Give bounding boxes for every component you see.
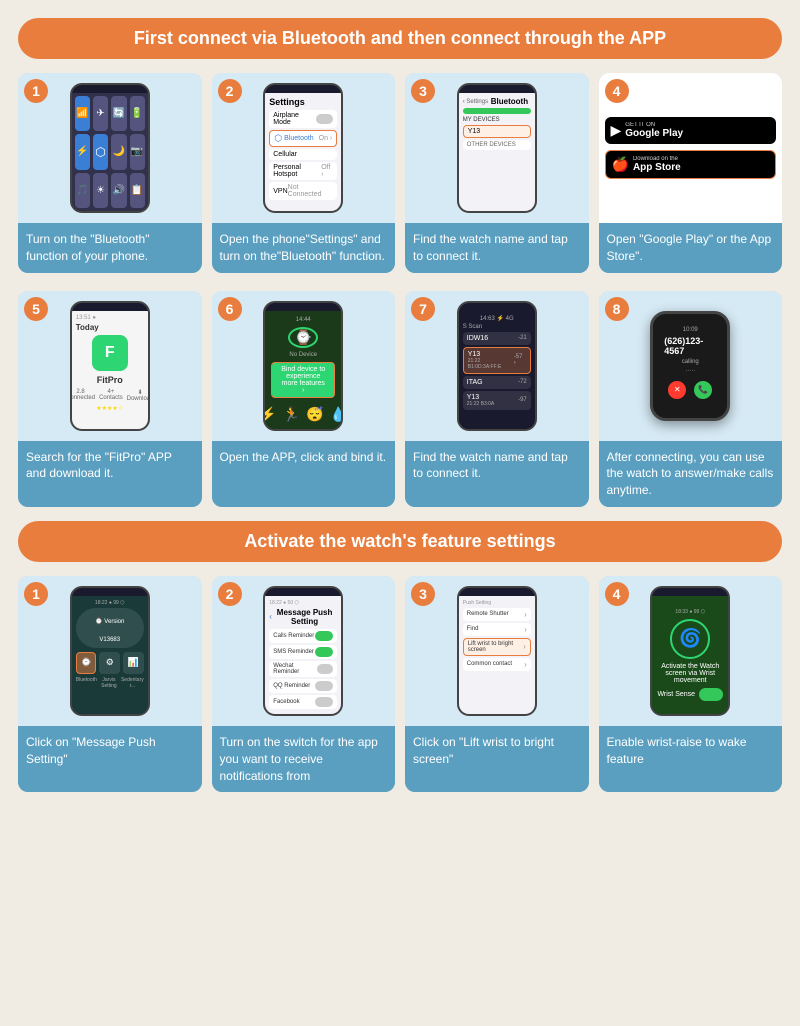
step-7-image: 7 14:63 ⚡ 4G S Scan IDW16 -21 Y13 [405, 291, 589, 441]
steps-row-1: 1 📶 ✈ 🔄 🔋 ⚡ ⬡ 🌙 📷 🎵 ☀ [18, 73, 782, 273]
step-4-desc: Open "Google Play" or the App Store". [599, 223, 783, 273]
google-play-icon: ▶ [611, 122, 622, 139]
step-2-image: 2 Settings Airplane Mode ⬡ Bluetooth On … [212, 73, 396, 223]
step-4-image: 4 ▶ GET IT ON Google Play 🍎 Download on … [599, 73, 783, 223]
bottom-step-2-desc: Turn on the switch for the app you want … [212, 726, 396, 792]
bottom-step-2-phone: 18:22 ● 50 ⬡ ‹ Message Push Setting Call… [263, 586, 343, 716]
brightness-icon: ☀ [93, 173, 108, 208]
step-card-7: 7 14:63 ⚡ 4G S Scan IDW16 -21 Y13 [405, 291, 589, 507]
step-3-badge: 3 [411, 79, 435, 103]
google-play-button: ▶ GET IT ON Google Play [605, 117, 777, 144]
music-icon: 🎵 [75, 173, 90, 208]
watch-icon: ⌚ [288, 327, 318, 348]
step-6-phone: 14:44 ⌚ No Device Bind device to experie… [263, 301, 343, 431]
wrist-label: Activate the Watch screen via Wrist move… [656, 663, 724, 684]
watch-mockup: 10:09 (626)123-4567 calling ····· ✕ 📞 [650, 311, 730, 421]
steps-row-2: 5 13:51 ● Today F FitPro 2.8Connected 4+… [18, 291, 782, 507]
bluetooth-active-icon: ⬡ [93, 134, 108, 169]
section1-banner: First connect via Bluetooth and then con… [18, 18, 782, 59]
bottom-step-4-badge: 4 [605, 582, 629, 606]
bottom-step-1-desc: Click on "Message Push Setting" [18, 726, 202, 792]
bottom-step-3-desc: Click on "Lift wrist to bright screen" [405, 726, 589, 792]
wrist-sense-label: Wrist Sense [657, 691, 695, 698]
bottom-step-1-phone: 18:22 ● 99 ⬡ ⌚ Version V13683 ⌚ ⚙ 📊 Blue… [70, 586, 150, 716]
step-2-phone: Settings Airplane Mode ⬡ Bluetooth On › … [263, 83, 343, 213]
step-1-phone: 📶 ✈ 🔄 🔋 ⚡ ⬡ 🌙 📷 🎵 ☀ 🔊 📋 [70, 83, 150, 213]
google-play-label: Google Play [625, 128, 683, 139]
fitpro-name: FitPro [76, 375, 144, 385]
wifi-icon: 📶 [75, 96, 90, 131]
step-8-badge: 8 [605, 297, 629, 321]
decline-button: ✕ [668, 381, 686, 399]
step-4-badge: 4 [605, 79, 629, 103]
section2-banner: Activate the watch's feature settings [18, 521, 782, 562]
bottom-step-card-3: 3 Push Setting Remote Shutter› Find› Lif… [405, 576, 589, 792]
step-8-image: 8 10:09 (626)123-4567 calling ····· ✕ 📞 [599, 291, 783, 441]
bottom-step-1-image: 1 18:22 ● 99 ⬡ ⌚ Version V13683 ⌚ ⚙ 📊 [18, 576, 202, 726]
bottom-step-3-image: 3 Push Setting Remote Shutter› Find› Lif… [405, 576, 589, 726]
camera-icon: 📷 [130, 134, 145, 169]
bottom-step-1-badge: 1 [24, 582, 48, 606]
step-7-phone: 14:63 ⚡ 4G S Scan IDW16 -21 Y13 21:22 B1… [457, 301, 537, 431]
step-card-4: 4 ▶ GET IT ON Google Play 🍎 Download on … [599, 73, 783, 273]
battery-icon: 🔋 [130, 96, 145, 131]
step-5-desc: Search for the "FitPro" APP and download… [18, 441, 202, 507]
get-it-on-label: GET IT ON [625, 122, 683, 128]
fitpro-stats: 2.8Connected 4+Contacts ⬇Download [76, 389, 144, 402]
step-5-image: 5 13:51 ● Today F FitPro 2.8Connected 4+… [18, 291, 202, 441]
bottom-step-2-image: 2 18:22 ● 50 ⬡ ‹ Message Push Setting Ca… [212, 576, 396, 726]
step-7-badge: 7 [411, 297, 435, 321]
step-8-desc: After connecting, you can use the watch … [599, 441, 783, 507]
step-card-6: 6 14:44 ⌚ No Device Bind device to exper… [212, 291, 396, 507]
step-2-badge: 2 [218, 79, 242, 103]
bottom-step-4-image: 4 18:33 ● 99 ⬡ 🌀 Activate the Watch scre… [599, 576, 783, 726]
call-buttons: ✕ 📞 [668, 381, 712, 399]
step-card-5: 5 13:51 ● Today F FitPro 2.8Connected 4+… [18, 291, 202, 507]
step-card-3: 3 ‹ Settings Bluetooth MY DEVICES Y13 OT… [405, 73, 589, 273]
wifi2-icon: ⚡ [75, 134, 90, 169]
rotation-icon: 🔄 [111, 96, 126, 131]
step-7-desc: Find the watch name and tap to connect i… [405, 441, 589, 507]
step-card-2: 2 Settings Airplane Mode ⬡ Bluetooth On … [212, 73, 396, 273]
steps-row-bottom: 1 18:22 ● 99 ⬡ ⌚ Version V13683 ⌚ ⚙ 📊 [18, 576, 782, 792]
fitpro-icon: F [92, 335, 128, 371]
wrist-sense-icon: 🌀 [670, 619, 710, 659]
copy-icon: 📋 [130, 173, 145, 208]
download-on-label: Download on the [633, 156, 681, 162]
step-5-phone: 13:51 ● Today F FitPro 2.8Connected 4+Co… [70, 301, 150, 431]
bottom-step-3-badge: 3 [411, 582, 435, 606]
watch-display: 10:09 (626)123-4567 calling ····· ✕ 📞 [658, 321, 722, 411]
step-1-badge: 1 [24, 79, 48, 103]
answer-button: 📞 [694, 381, 712, 399]
apple-icon: 🍎 [612, 156, 629, 173]
wrist-sense-toggle [699, 688, 723, 701]
bottom-step-card-1: 1 18:22 ● 99 ⬡ ⌚ Version V13683 ⌚ ⚙ 📊 [18, 576, 202, 792]
step-3-phone: ‹ Settings Bluetooth MY DEVICES Y13 OTHE… [457, 83, 537, 213]
bottom-step-card-4: 4 18:33 ● 99 ⬡ 🌀 Activate the Watch scre… [599, 576, 783, 792]
step-6-desc: Open the APP, click and bind it. [212, 441, 396, 507]
step-6-image: 6 14:44 ⌚ No Device Bind device to exper… [212, 291, 396, 441]
app-store-button: 🍎 Download on the App Store [605, 150, 777, 179]
step-3-image: 3 ‹ Settings Bluetooth MY DEVICES Y13 OT… [405, 73, 589, 223]
step-card-8: 8 10:09 (626)123-4567 calling ····· ✕ 📞 [599, 291, 783, 507]
step-6-badge: 6 [218, 297, 242, 321]
bottom-step-4-phone: 18:33 ● 99 ⬡ 🌀 Activate the Watch screen… [650, 586, 730, 716]
step-card-1: 1 📶 ✈ 🔄 🔋 ⚡ ⬡ 🌙 📷 🎵 ☀ [18, 73, 202, 273]
bottom-step-3-phone: Push Setting Remote Shutter› Find› Lift … [457, 586, 537, 716]
bottom-step-4-desc: Enable wrist-raise to wake feature [599, 726, 783, 792]
step-5-badge: 5 [24, 297, 48, 321]
moon-icon: 🌙 [111, 134, 126, 169]
step-2-desc: Open the phone"Settings" and turn on the… [212, 223, 396, 273]
volume-icon: 🔊 [111, 173, 126, 208]
bottom-step-2-badge: 2 [218, 582, 242, 606]
step-1-image: 1 📶 ✈ 🔄 🔋 ⚡ ⬡ 🌙 📷 🎵 ☀ [18, 73, 202, 223]
airplane-icon: ✈ [93, 96, 108, 131]
bind-device-btn: Bind device to experience more features … [271, 362, 335, 398]
app-store-label: App Store [633, 162, 681, 173]
step-3-desc: Find the watch name and tap to connect i… [405, 223, 589, 273]
step-1-desc: Turn on the "Bluetooth" function of your… [18, 223, 202, 273]
bottom-step-card-2: 2 18:22 ● 50 ⬡ ‹ Message Push Setting Ca… [212, 576, 396, 792]
